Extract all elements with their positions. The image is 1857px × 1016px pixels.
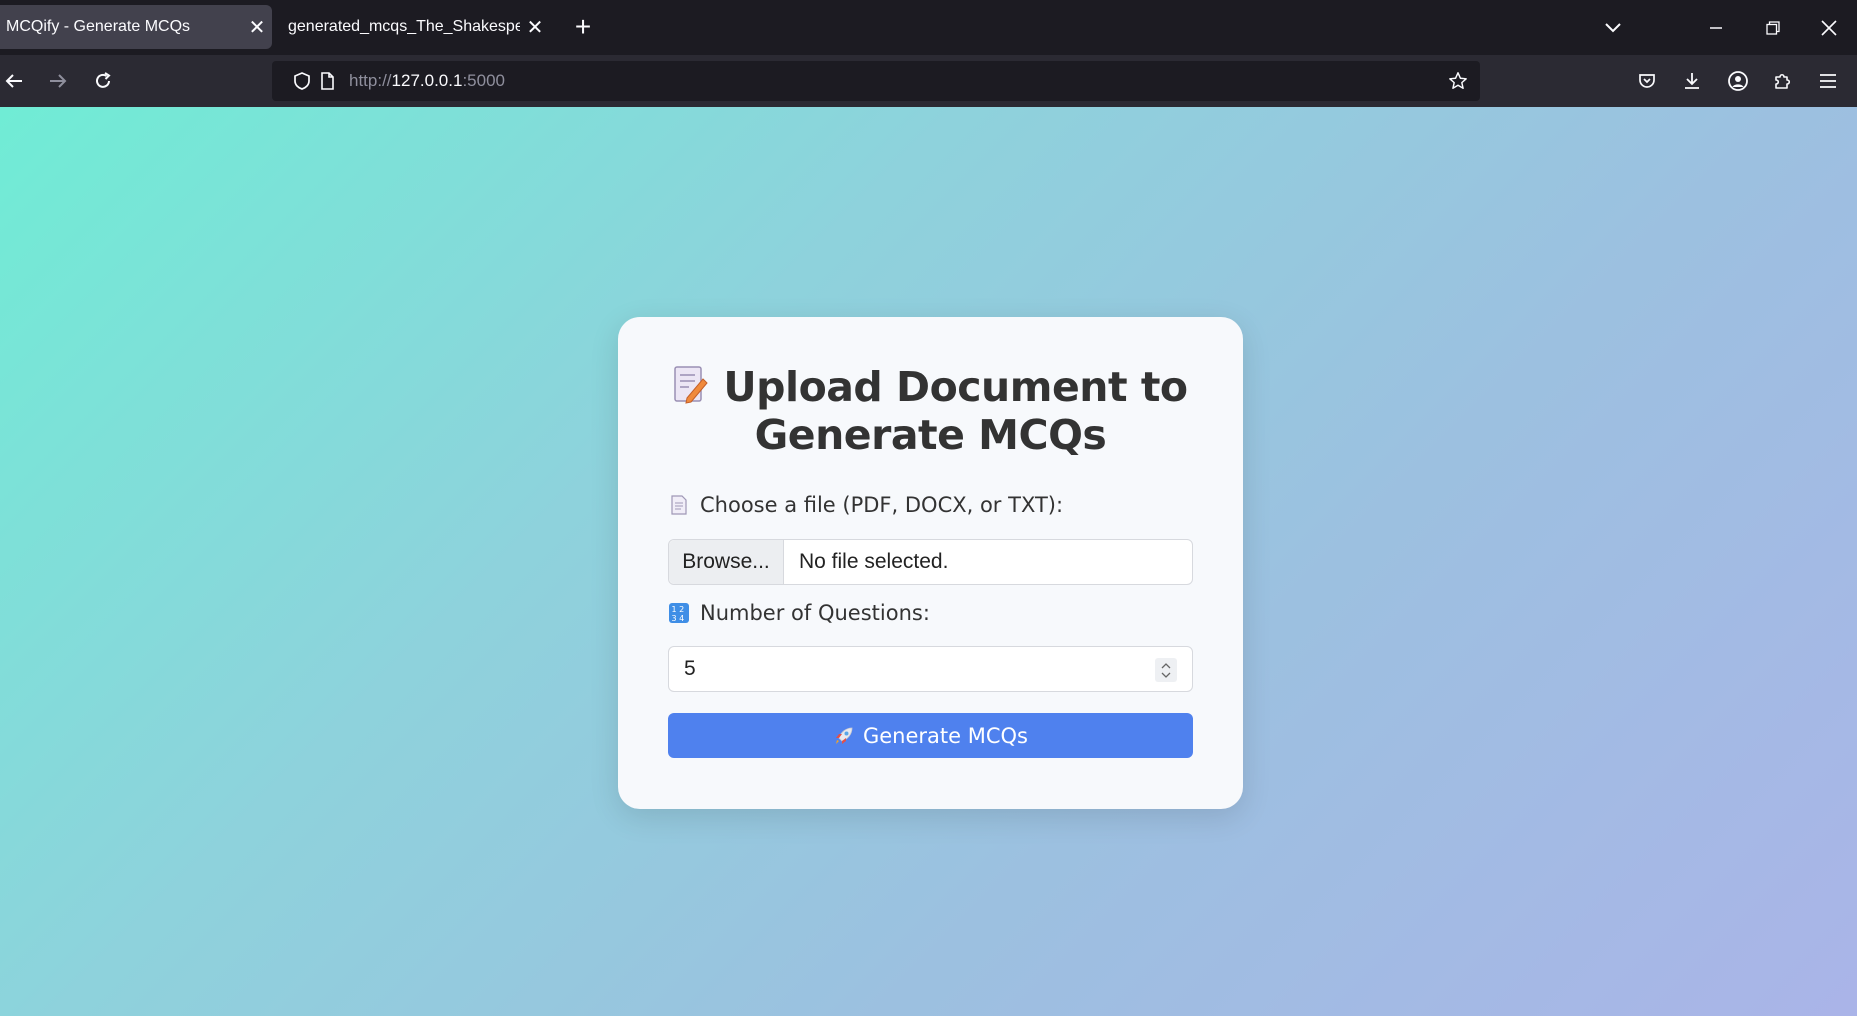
questions-value: 5: [684, 657, 696, 680]
minimize-icon: [1709, 26, 1722, 29]
reload-icon: [96, 72, 111, 88]
page-viewport: Upload Document to Generate MCQs Choose …: [0, 107, 1857, 1016]
heading-line-1: Upload Document to: [723, 363, 1188, 411]
account-button[interactable]: [1720, 63, 1756, 99]
generate-mcqs-button[interactable]: Generate MCQs: [668, 713, 1193, 758]
upload-card: Upload Document to Generate MCQs Choose …: [618, 317, 1243, 809]
restore-button[interactable]: [1744, 0, 1801, 55]
pocket-icon: [1639, 74, 1655, 88]
forward-button[interactable]: [40, 63, 76, 99]
list-all-tabs-button[interactable]: [1584, 0, 1641, 55]
number-spinner[interactable]: [1155, 658, 1177, 682]
page-title: Upload Document to Generate MCQs: [618, 363, 1243, 459]
tab-generated-mcqs[interactable]: generated_mcqs_The_Shakespear_E ✕: [278, 5, 550, 49]
file-input[interactable]: Browse... No file selected.: [668, 539, 1193, 585]
account-icon: [1728, 71, 1748, 91]
download-icon: [1685, 73, 1699, 89]
spinner-down-icon[interactable]: [1161, 672, 1171, 678]
chevron-down-icon: [1604, 22, 1621, 32]
close-icon: [1820, 19, 1837, 36]
page-info-icon[interactable]: [317, 71, 337, 91]
browse-button[interactable]: Browse...: [669, 540, 784, 584]
new-tab-button[interactable]: +: [566, 10, 600, 44]
heading-line-2: Generate MCQs: [754, 411, 1107, 459]
downloads-button[interactable]: [1674, 63, 1710, 99]
url-port: :5000: [462, 71, 505, 90]
memo-icon: [674, 366, 709, 404]
file-label: Choose a file (PDF, DOCX, or TXT):: [668, 493, 1063, 517]
address-bar[interactable]: http://127.0.0.1:5000: [272, 61, 1480, 101]
restore-icon: [1765, 20, 1780, 35]
pocket-button[interactable]: [1629, 63, 1665, 99]
navigation-toolbar: http://127.0.0.1:5000: [0, 55, 1857, 107]
back-arrow-icon: [5, 74, 22, 88]
puzzle-icon: [1775, 73, 1791, 89]
close-tab-icon[interactable]: ✕: [242, 15, 272, 40]
tab-title: generated_mcqs_The_Shakespear_E: [288, 18, 520, 35]
page-icon: [671, 495, 687, 515]
file-label-text: Choose a file (PDF, DOCX, or TXT):: [700, 493, 1064, 517]
shield-icon[interactable]: [292, 71, 312, 91]
svg-text:1 2: 1 2: [672, 605, 685, 614]
back-button[interactable]: [0, 63, 32, 99]
url-scheme: http://: [349, 71, 392, 90]
forward-arrow-icon: [50, 74, 67, 88]
generate-button-label: Generate MCQs: [862, 723, 1028, 748]
close-tab-icon[interactable]: ✕: [520, 15, 550, 40]
minimize-button[interactable]: [1687, 0, 1744, 55]
file-status-text: No file selected.: [799, 550, 949, 573]
url-text[interactable]: http://127.0.0.1:5000: [349, 71, 505, 91]
extensions-button[interactable]: [1765, 63, 1801, 99]
questions-label: 1 2 3 4 Number of Questions:: [668, 601, 930, 625]
tab-mcqify[interactable]: MCQify - Generate MCQs ✕: [0, 5, 272, 49]
rocket-icon: [835, 727, 853, 744]
url-host: 127.0.0.1: [391, 71, 463, 90]
close-window-button[interactable]: [1800, 0, 1857, 55]
tab-title: MCQify - Generate MCQs: [6, 18, 191, 35]
questions-label-text: Number of Questions:: [700, 601, 930, 625]
spinner-up-icon[interactable]: [1161, 662, 1171, 669]
menu-button[interactable]: [1810, 63, 1846, 99]
questions-number-input[interactable]: 5: [668, 646, 1193, 692]
numbers-icon: 1 2 3 4: [669, 603, 689, 623]
tab-strip: MCQify - Generate MCQs ✕ generated_mcqs_…: [0, 0, 1857, 55]
hamburger-menu-icon: [1820, 74, 1836, 88]
svg-text:3 4: 3 4: [672, 614, 685, 623]
bookmark-star-icon[interactable]: [1448, 71, 1468, 91]
reload-button[interactable]: [85, 63, 121, 99]
